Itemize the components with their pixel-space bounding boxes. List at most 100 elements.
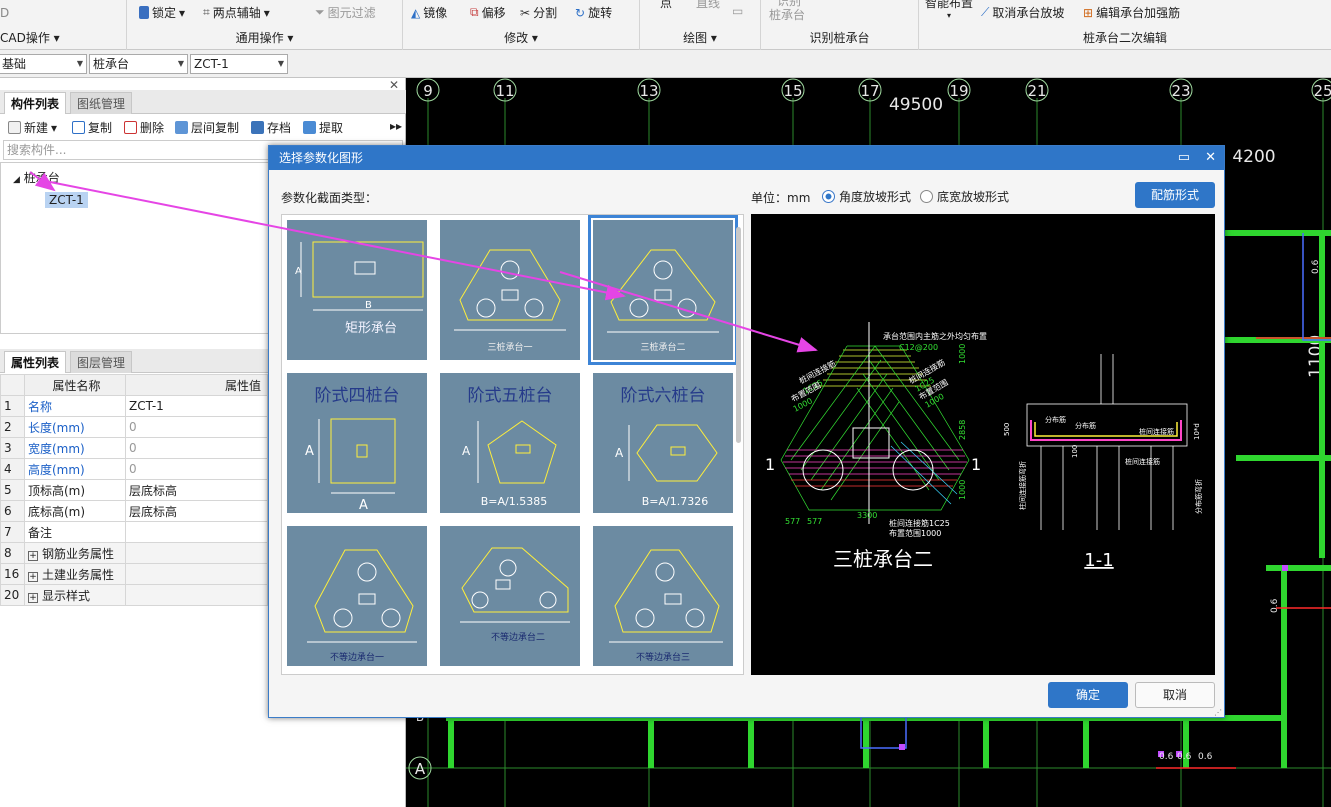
radio-unchecked-icon[interactable]: [920, 190, 933, 203]
tab-layer-manage[interactable]: 图层管理: [70, 351, 133, 373]
modify-label[interactable]: 修改 ▾: [403, 29, 639, 46]
delete-icon: [124, 121, 137, 134]
axis-label-a: A: [415, 760, 426, 778]
selector-toolbar: 基础 ▼ 桩承台 ▼ ZCT-1 ▼: [0, 50, 1331, 78]
section-type-label: 参数化截面类型：: [281, 191, 378, 205]
preview-dim: 1000: [958, 344, 967, 364]
cad-ops-label[interactable]: CAD操作 ▾: [0, 29, 126, 46]
section-mark-right: 1: [971, 455, 981, 474]
section-mark-left: 1: [765, 455, 775, 474]
mirror-button[interactable]: ◭ 镜像: [411, 4, 447, 21]
ribbon-group-identify: 识别 桩承台 识别桩承台: [761, 0, 919, 50]
shape-gallery: A B 矩形承台 三桩承台一 三桩承台二 阶式四桩台 A A 阶式五桩台 A B…: [281, 214, 744, 675]
point-button[interactable]: 点: [660, 0, 672, 11]
shape-step-6pile[interactable]: 阶式六桩台 A B=A/1.7326: [593, 373, 733, 513]
table-row[interactable]: 7 备注: [0, 521, 268, 543]
cancel-slope-button[interactable]: ⟋ 取消承台放坡: [981, 4, 1064, 21]
section-label: 桩间连接筋: [1139, 427, 1174, 436]
gallery-scrollbar[interactable]: [736, 227, 741, 443]
radio-checked-icon[interactable]: [822, 190, 835, 203]
section-label: 桩间连接筋: [1125, 457, 1160, 466]
table-row[interactable]: 5 顶标高(m) 层底标高: [0, 479, 268, 501]
maximize-icon[interactable]: ▭: [1178, 146, 1190, 170]
prop-header-name: 属性名称: [24, 374, 126, 396]
delete-button[interactable]: 删除: [124, 119, 164, 136]
floor-combo[interactable]: 基础 ▼: [0, 54, 87, 74]
tree-node-zct1[interactable]: ZCT-1: [45, 192, 88, 208]
extract-button[interactable]: 提取: [303, 119, 343, 136]
table-row[interactable]: 6 底标高(m) 层底标高: [0, 500, 268, 522]
preview-dim: 3300: [857, 511, 877, 520]
shape-3pile-cap-1[interactable]: 三桩承台一: [440, 220, 580, 360]
section-label: 分布筋弯折: [1194, 479, 1203, 514]
resize-grip-icon[interactable]: ⋰: [1214, 708, 1222, 717]
table-row[interactable]: 4 高度(mm) 0: [0, 458, 268, 480]
rebar-form-button[interactable]: 配筋形式: [1135, 182, 1215, 208]
table-row[interactable]: 20 + 显示样式: [0, 584, 268, 606]
shape-3pile-cap-2[interactable]: 三桩承台二: [588, 215, 738, 365]
general-ops-label[interactable]: 通用操作 ▾: [127, 29, 402, 46]
edit-rebar-icon: ⊞: [1083, 5, 1094, 20]
extract-icon: [303, 121, 316, 134]
tree-node-pile-cap[interactable]: ◢ 桩承台: [13, 169, 60, 186]
section-label: 500: [1003, 423, 1011, 436]
offset-button[interactable]: ⧉ 偏移: [470, 4, 506, 21]
two-point-axis-button[interactable]: ⌗ 两点辅轴 ▾: [203, 4, 270, 21]
shape-unequal-1[interactable]: 不等边承台一: [287, 526, 427, 666]
save-button[interactable]: 存档: [251, 119, 291, 136]
shape-unequal-3[interactable]: 不等边承台三: [593, 526, 733, 666]
shape-title: 不等边承台二: [491, 631, 545, 643]
rect-icon[interactable]: ▭: [732, 4, 743, 18]
more-icon[interactable]: ▸▸: [390, 119, 402, 133]
axis-label: 25: [1313, 82, 1331, 100]
tab-drawing-manage[interactable]: 图纸管理: [70, 92, 133, 114]
ok-button[interactable]: 确定: [1048, 682, 1128, 708]
expand-icon[interactable]: ◢: [13, 175, 20, 185]
preview-title: 三桩承台二: [833, 547, 933, 571]
component-tools: 新建 ▾ 复制 删除 层间复制 存档 提取 ▸▸: [0, 116, 406, 138]
property-table: 属性名称 属性值 1 名称 ZCT-1 2 长度(mm) 0 3 宽度(mm) 0 4 高度(m…: [0, 374, 268, 606]
radio-width-slope[interactable]: 底宽放坡形式: [920, 188, 1009, 205]
floor-copy-button[interactable]: 层间复制: [175, 119, 239, 136]
plus-icon[interactable]: +: [28, 592, 38, 603]
table-row[interactable]: 3 宽度(mm) 0: [0, 437, 268, 459]
mirror-icon: ◭: [411, 5, 421, 20]
filter-icon: ⏷: [315, 5, 325, 19]
rotate-button[interactable]: ↻ 旋转: [575, 4, 612, 21]
new-button[interactable]: 新建 ▾: [8, 119, 57, 136]
draw-label[interactable]: 绘图 ▾: [640, 29, 760, 46]
shape-rect-cap[interactable]: A B 矩形承台: [287, 220, 427, 360]
component-combo[interactable]: ZCT-1 ▼: [190, 54, 288, 74]
shape-step-4pile[interactable]: 阶式四桩台 A A: [287, 373, 427, 513]
type-combo[interactable]: 桩承台 ▼: [89, 54, 188, 74]
svg-text:A: A: [295, 266, 302, 277]
lock-button[interactable]: 锁定 ▾: [139, 4, 185, 21]
table-row[interactable]: 2 长度(mm) 0: [0, 416, 268, 438]
tab-property-list[interactable]: 属性列表: [4, 351, 67, 373]
component-tabs: 构件列表 图纸管理: [0, 90, 406, 114]
identify-pile-cap-button[interactable]: 识别 桩承台: [769, 0, 805, 22]
plus-icon[interactable]: +: [28, 571, 38, 582]
canvas-small-label: 0.6: [1177, 752, 1192, 762]
smart-place-button[interactable]: 智能布置 ▾: [925, 0, 973, 20]
table-row[interactable]: 16 + 土建业务属性: [0, 563, 268, 585]
svg-text:A: A: [305, 444, 314, 459]
shape-step-5pile[interactable]: 阶式五桩台 A B=A/1.5385: [440, 373, 580, 513]
split-button[interactable]: ✂ 分割: [520, 4, 557, 21]
table-row[interactable]: 8 + 钢筋业务属性: [0, 542, 268, 564]
element-filter-button[interactable]: ⏷ 图元过滤: [315, 4, 376, 21]
copy-button[interactable]: 复制: [72, 119, 112, 136]
tab-component-list[interactable]: 构件列表: [4, 92, 67, 114]
close-icon[interactable]: ✕: [1205, 146, 1216, 170]
canvas-small-label: 0.6: [1198, 752, 1213, 762]
preview-label: 布置范围1000: [889, 528, 941, 538]
table-row[interactable]: 1 名称 ZCT-1: [0, 395, 268, 417]
cancel-button[interactable]: 取消: [1135, 682, 1215, 708]
line-button[interactable]: 直线: [696, 0, 720, 11]
edit-rebar-button[interactable]: ⊞ 编辑承台加强筋: [1083, 4, 1180, 21]
shape-unequal-2[interactable]: 不等边承台二: [440, 526, 580, 666]
radio-angle-slope[interactable]: 角度放坡形式: [822, 188, 911, 205]
plus-icon[interactable]: +: [28, 550, 38, 561]
dimension-top: 49500: [889, 95, 943, 115]
param-shape-dialog: 选择参数化图形 ▭ ✕ 参数化截面类型： 单位：mm 角度放坡形式 底宽放坡形式…: [268, 145, 1225, 718]
